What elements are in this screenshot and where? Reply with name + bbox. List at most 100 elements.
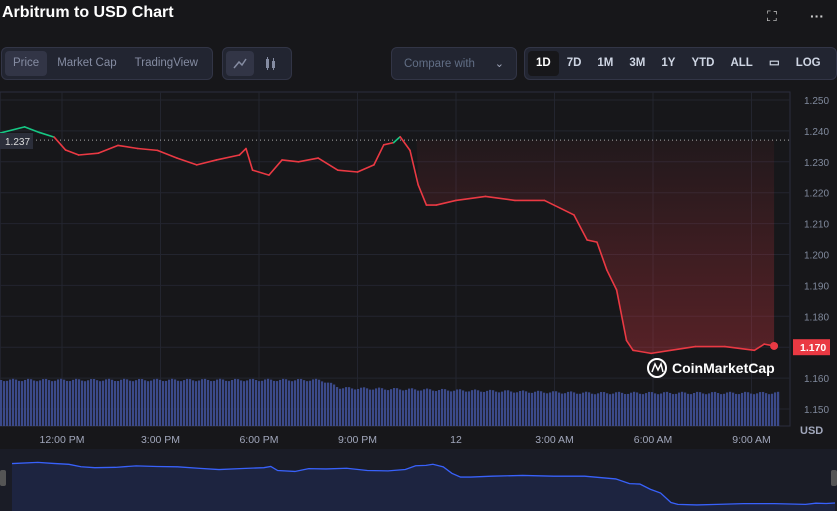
volume-bar — [57, 379, 60, 426]
price-line-segment — [337, 169, 359, 173]
volume-bar — [426, 388, 429, 426]
x-tick-label: 3:00 PM — [141, 434, 180, 446]
volume-bar — [318, 379, 321, 426]
volume-bar — [654, 393, 657, 426]
volume-bar — [183, 380, 186, 426]
volume-bar — [306, 381, 309, 426]
volume-bar — [432, 390, 435, 426]
volume-bar — [21, 381, 24, 426]
volume-bar — [471, 390, 474, 426]
volume-bar — [345, 387, 348, 426]
volume-bar — [753, 394, 756, 426]
volume-bar — [603, 392, 606, 426]
navigator-right-handle[interactable] — [831, 470, 837, 486]
volume-bar — [6, 380, 9, 426]
volume-bar — [15, 379, 18, 426]
volume-bar — [630, 392, 633, 426]
volume-bar — [639, 393, 642, 426]
volume-bar — [87, 380, 90, 426]
volume-bar — [648, 391, 651, 426]
volume-bar — [138, 378, 141, 426]
currency-label: USD — [800, 425, 823, 437]
volume-bar — [501, 391, 504, 426]
y-tick-label: 1.150 — [804, 405, 829, 416]
volume-bar — [417, 390, 420, 426]
volume-bar — [561, 393, 564, 426]
volume-bar — [42, 379, 45, 426]
volume-bar — [84, 381, 87, 426]
volume-bar — [774, 392, 777, 426]
y-tick-label: 1.230 — [804, 158, 829, 169]
volume-bar — [243, 381, 246, 426]
price-line-segment — [251, 169, 270, 176]
volume-bar — [555, 391, 558, 426]
x-tick-label: 6:00 PM — [239, 434, 278, 446]
volume-bar — [765, 393, 768, 426]
navigator-left-handle[interactable] — [0, 470, 6, 486]
volume-bar — [681, 391, 684, 426]
volume-bar — [291, 381, 294, 426]
volume-bar — [99, 381, 102, 426]
volume-bar — [279, 379, 282, 426]
volume-bar — [705, 394, 708, 426]
volume-bar — [408, 388, 411, 426]
volume-bar — [285, 379, 288, 426]
volume-bar — [495, 391, 498, 426]
volume-bar — [96, 380, 99, 426]
volume-bar — [171, 378, 174, 426]
volume-bar — [234, 378, 237, 426]
price-line-segment — [409, 149, 420, 186]
volume-bar — [504, 390, 507, 426]
volume-bar — [462, 390, 465, 426]
volume-bar — [690, 394, 693, 426]
volume-bar — [30, 379, 33, 426]
volume-bar — [531, 392, 534, 426]
volume-bar — [600, 391, 603, 426]
volume-bar — [246, 380, 249, 426]
volume-bar — [24, 379, 27, 426]
volume-bar — [576, 393, 579, 426]
volume-bar — [231, 380, 234, 426]
volume-bar — [591, 393, 594, 426]
volume-bar — [177, 380, 180, 426]
volume-bar — [60, 378, 63, 426]
volume-bar — [393, 388, 396, 426]
volume-bar — [90, 379, 93, 426]
volume-bar — [111, 379, 114, 426]
volume-bar — [357, 388, 360, 426]
volume-bar — [381, 388, 384, 426]
price-line-segment — [53, 136, 67, 151]
volume-bar — [240, 380, 243, 426]
y-tick-label: 1.200 — [804, 251, 829, 262]
volume-bar — [219, 378, 222, 426]
svg-text:CoinMarketCap: CoinMarketCap — [672, 360, 775, 376]
volume-bar — [300, 378, 303, 426]
volume-bar — [450, 391, 453, 426]
volume-bar — [198, 380, 201, 426]
volume-bar — [216, 379, 219, 426]
volume-bar — [123, 378, 126, 426]
volume-bar — [132, 381, 135, 426]
volume-bar — [762, 391, 765, 426]
volume-bar — [174, 379, 177, 426]
volume-bar — [693, 393, 696, 426]
last-price-dot — [770, 341, 779, 350]
volume-bar — [369, 389, 372, 426]
volume-bar — [144, 380, 147, 426]
volume-bar — [447, 390, 450, 426]
volume-bar — [552, 391, 555, 426]
volume-bar — [258, 381, 261, 426]
volume-bar — [207, 379, 210, 426]
volume-bar — [39, 380, 42, 426]
price-line-segment — [382, 141, 395, 146]
volume-bar — [135, 380, 138, 426]
volume-bar — [771, 393, 774, 426]
volume-bar — [624, 394, 627, 426]
volume-bar — [612, 393, 615, 426]
x-tick-label: 6:00 AM — [634, 434, 673, 446]
volume-bar — [225, 380, 228, 426]
volume-bar — [252, 378, 255, 426]
volume-bar — [477, 390, 480, 426]
volume-bar — [255, 380, 258, 426]
price-chart[interactable]: 1.237 1.170 1.250 1.240 1.230 1.220 1.210 1.2… — [0, 0, 837, 511]
